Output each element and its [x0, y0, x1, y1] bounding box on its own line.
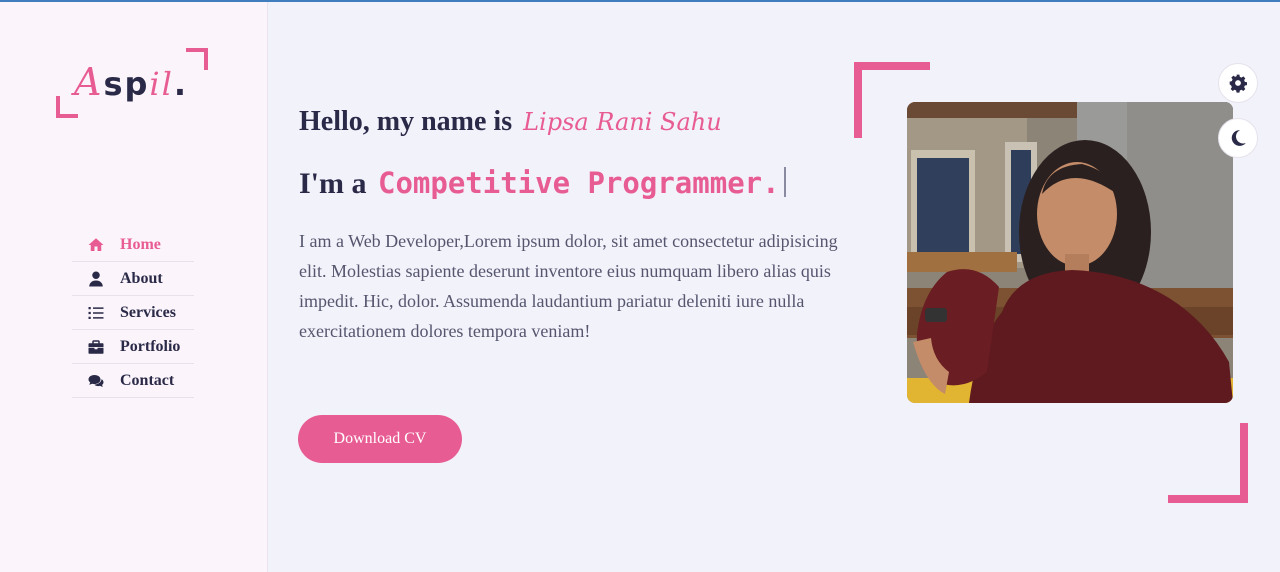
settings-button[interactable] — [1218, 63, 1258, 103]
logo-dot: . — [173, 65, 189, 103]
typed-role-text: Competitive Programmer. — [378, 166, 780, 200]
role-heading: I'm a Competitive Programmer. — [299, 166, 786, 201]
download-cv-button[interactable]: Download CV — [298, 415, 462, 463]
list-icon — [86, 304, 106, 322]
greeting-heading: Hello, my name is Lipsa Rani Sahu — [299, 106, 722, 138]
role-prefix: I'm a — [299, 167, 367, 200]
nav-label-home: Home — [120, 235, 161, 253]
nav-item-about[interactable]: About — [72, 262, 194, 296]
profile-photo — [907, 102, 1233, 403]
sidebar: Aspil. Home About Services Portfolio Con… — [0, 2, 268, 572]
logo-text: Aspil. — [74, 60, 188, 104]
hero-description: I am a Web Developer,Lorem ipsum dolor, … — [299, 231, 838, 341]
user-icon — [86, 270, 106, 288]
logo-letters-sp: sp — [103, 65, 150, 103]
typing-cursor — [783, 167, 786, 197]
nav-item-portfolio[interactable]: Portfolio — [72, 330, 194, 364]
nav-label-contact: Contact — [120, 371, 175, 389]
greeting-text: Hello, my name is — [299, 106, 513, 137]
gear-icon — [1229, 74, 1247, 93]
main-nav: Home About Services Portfolio Contact — [72, 228, 194, 398]
logo[interactable]: Aspil. — [56, 48, 210, 120]
frame-bracket-bottom-right — [1168, 423, 1248, 503]
briefcase-icon — [86, 338, 106, 356]
home-icon — [86, 236, 106, 254]
nav-item-contact[interactable]: Contact — [72, 364, 194, 398]
nav-item-home[interactable]: Home — [72, 228, 194, 262]
nav-label-about: About — [120, 269, 163, 287]
nav-item-services[interactable]: Services — [72, 296, 194, 330]
logo-letters-il: il — [149, 65, 174, 103]
nav-label-portfolio: Portfolio — [120, 337, 181, 355]
comments-icon — [86, 372, 106, 390]
logo-bracket-top-right — [186, 48, 208, 70]
moon-icon — [1231, 130, 1246, 146]
logo-letter-a: A — [74, 60, 104, 104]
nav-label-services: Services — [120, 303, 176, 321]
person-name: Lipsa Rani Sahu — [523, 108, 722, 136]
theme-toggle-button[interactable] — [1218, 118, 1258, 158]
